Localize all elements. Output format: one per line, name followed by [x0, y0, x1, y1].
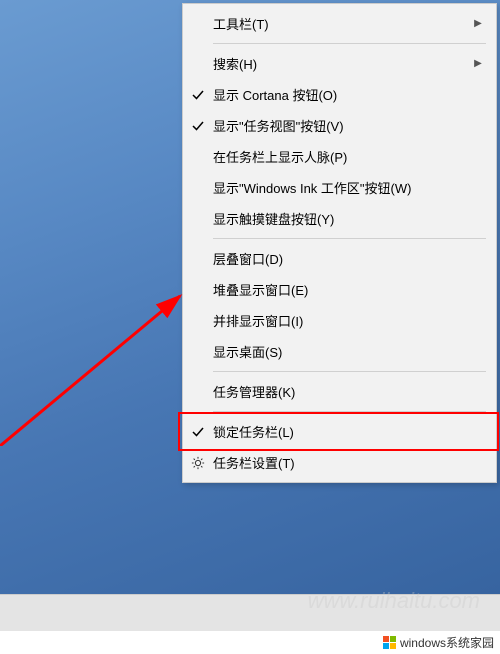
menu-item-label: 层叠窗口(D) [213, 249, 486, 268]
menu-item-4[interactable]: 显示"任务视图"按钮(V) [183, 110, 496, 141]
menu-item-0[interactable]: 工具栏(T)▶ [183, 8, 496, 39]
menu-separator [213, 238, 486, 239]
gear-icon [183, 456, 213, 470]
watermark-text: windows系统家园 [400, 634, 494, 651]
menu-item-9[interactable]: 层叠窗口(D) [183, 243, 496, 274]
menu-item-label: 任务栏设置(T) [213, 453, 486, 472]
menu-item-16[interactable]: 锁定任务栏(L) [183, 416, 496, 447]
menu-item-label: 显示触摸键盘按钮(Y) [213, 209, 486, 228]
menu-item-label: 在任务栏上显示人脉(P) [213, 147, 486, 166]
menu-item-label: 显示 Cortana 按钮(O) [213, 85, 486, 104]
menu-item-14[interactable]: 任务管理器(K) [183, 376, 496, 407]
check-icon [183, 120, 213, 132]
menu-item-label: 任务管理器(K) [213, 382, 486, 401]
menu-item-7[interactable]: 显示触摸键盘按钮(Y) [183, 203, 496, 234]
menu-item-5[interactable]: 在任务栏上显示人脉(P) [183, 141, 496, 172]
windows-logo-icon [383, 636, 396, 649]
check-icon [183, 426, 213, 438]
check-icon [183, 89, 213, 101]
menu-item-label: 并排显示窗口(I) [213, 311, 486, 330]
submenu-arrow-icon: ▶ [470, 18, 486, 29]
menu-item-label: 显示桌面(S) [213, 342, 486, 361]
menu-item-label: 锁定任务栏(L) [213, 422, 486, 441]
menu-item-2[interactable]: 搜索(H)▶ [183, 48, 496, 79]
menu-item-label: 显示"任务视图"按钮(V) [213, 116, 486, 135]
menu-item-label: 工具栏(T) [213, 14, 470, 33]
menu-separator [213, 371, 486, 372]
menu-separator [213, 411, 486, 412]
menu-item-17[interactable]: 任务栏设置(T) [183, 447, 496, 478]
taskbar[interactable] [0, 594, 500, 631]
menu-separator [213, 43, 486, 44]
menu-item-label: 堆叠显示窗口(E) [213, 280, 486, 299]
taskbar-context-menu: 工具栏(T)▶搜索(H)▶显示 Cortana 按钮(O)显示"任务视图"按钮(… [182, 3, 497, 483]
menu-item-12[interactable]: 显示桌面(S) [183, 336, 496, 367]
menu-item-10[interactable]: 堆叠显示窗口(E) [183, 274, 496, 305]
menu-item-label: 搜索(H) [213, 54, 470, 73]
menu-item-11[interactable]: 并排显示窗口(I) [183, 305, 496, 336]
menu-item-label: 显示"Windows Ink 工作区"按钮(W) [213, 178, 486, 197]
menu-item-3[interactable]: 显示 Cortana 按钮(O) [183, 79, 496, 110]
menu-item-6[interactable]: 显示"Windows Ink 工作区"按钮(W) [183, 172, 496, 203]
submenu-arrow-icon: ▶ [470, 58, 486, 69]
watermark-bar: windows系统家园 [0, 631, 500, 654]
watermark-logo: windows系统家园 [383, 634, 494, 651]
